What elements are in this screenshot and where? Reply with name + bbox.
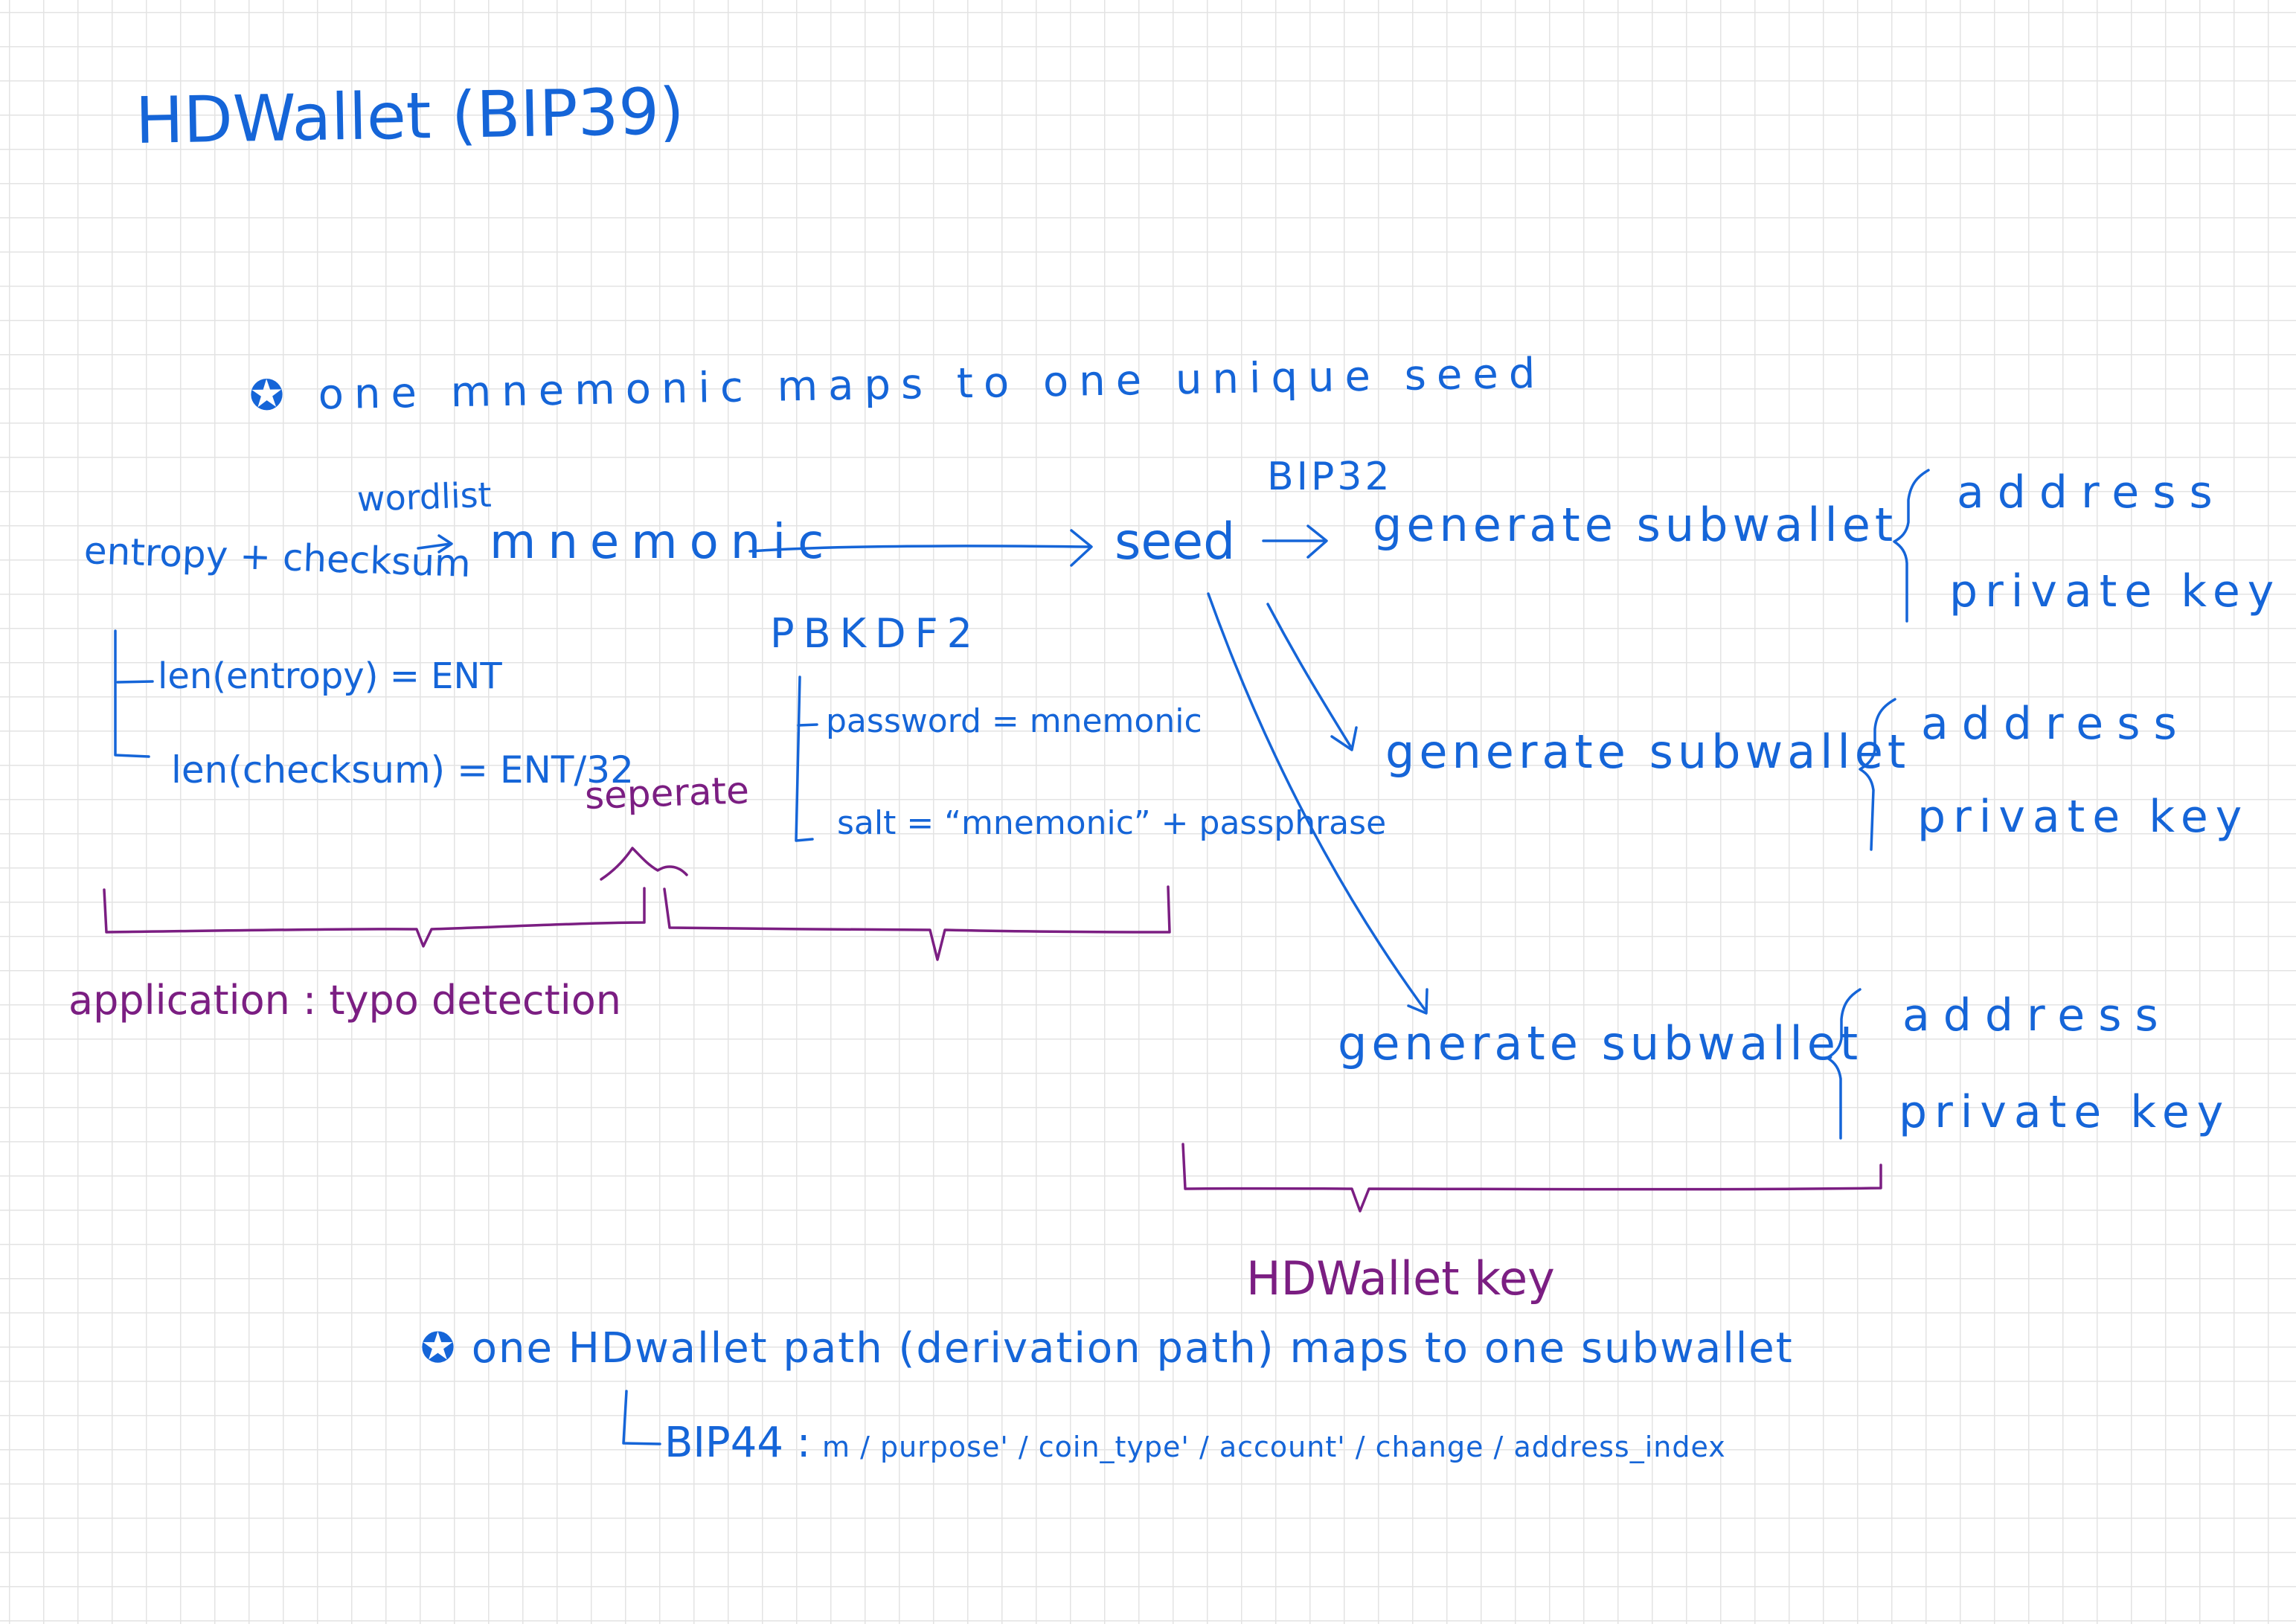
kdf-param-salt: salt = “mnemonic” + passphrase (837, 804, 1387, 842)
arrow-seed-to-subwallet-1 (1262, 524, 1328, 559)
subwallet-1-address: address (1957, 466, 2226, 519)
bip44-label: BIP44 : (664, 1419, 811, 1467)
bip44-path: m / purpose' / coin_type' / account' / c… (822, 1431, 1726, 1463)
kdf-param-password: password = mnemonic (826, 702, 1202, 740)
subwallet-1-label: generate subwallet (1373, 498, 1898, 552)
subwallet-3-private-key: private key (1899, 1086, 2231, 1138)
seed-node: seed (1115, 513, 1236, 571)
page-title: HDWallet (BIP39) (135, 74, 685, 158)
kdf-params-bracket (795, 675, 818, 842)
seperate-label: seperate (583, 768, 750, 818)
application-label: application : typo detection (68, 977, 622, 1024)
mnemonic-node: mnemonic (490, 515, 836, 570)
entropy-note-2: len(checksum) = ENT/32 (171, 748, 634, 792)
hdwallet-key-label: HDWallet key (1246, 1251, 1555, 1306)
seperate-caret (600, 847, 688, 881)
subwallet-2-private-key: private key (1917, 791, 2250, 843)
underbrace-left (103, 887, 646, 948)
arrow-seed-to-subwallet-3 (1207, 592, 1428, 1015)
subwallet-3-address: address (1902, 989, 2172, 1042)
underbrace-right (663, 885, 1171, 961)
wordlist-label: wordlist (356, 474, 493, 519)
bip32-label: BIP32 (1267, 455, 1393, 499)
subwallet-2-label: generate subwallet (1385, 725, 1911, 779)
subwallet-3-label: generate subwallet (1338, 1016, 1863, 1071)
underbrace-subwallets (1181, 1143, 1882, 1213)
subwallet-1-brace (1893, 469, 1930, 623)
subwallet-2-address: address (1921, 698, 2190, 750)
bip44-tree (622, 1390, 661, 1445)
entropy-notes-bracket (114, 629, 154, 758)
note-bottom: ✪ one HDwallet path (derivation path) ma… (420, 1324, 1794, 1373)
subwallet-1-private-key: private key (1949, 565, 2282, 617)
pbkdf2-label: PBKDF2 (770, 610, 982, 657)
arrow-seed-to-subwallet-2 (1266, 603, 1358, 751)
entropy-note-1: len(entropy) = ENT (158, 655, 502, 697)
